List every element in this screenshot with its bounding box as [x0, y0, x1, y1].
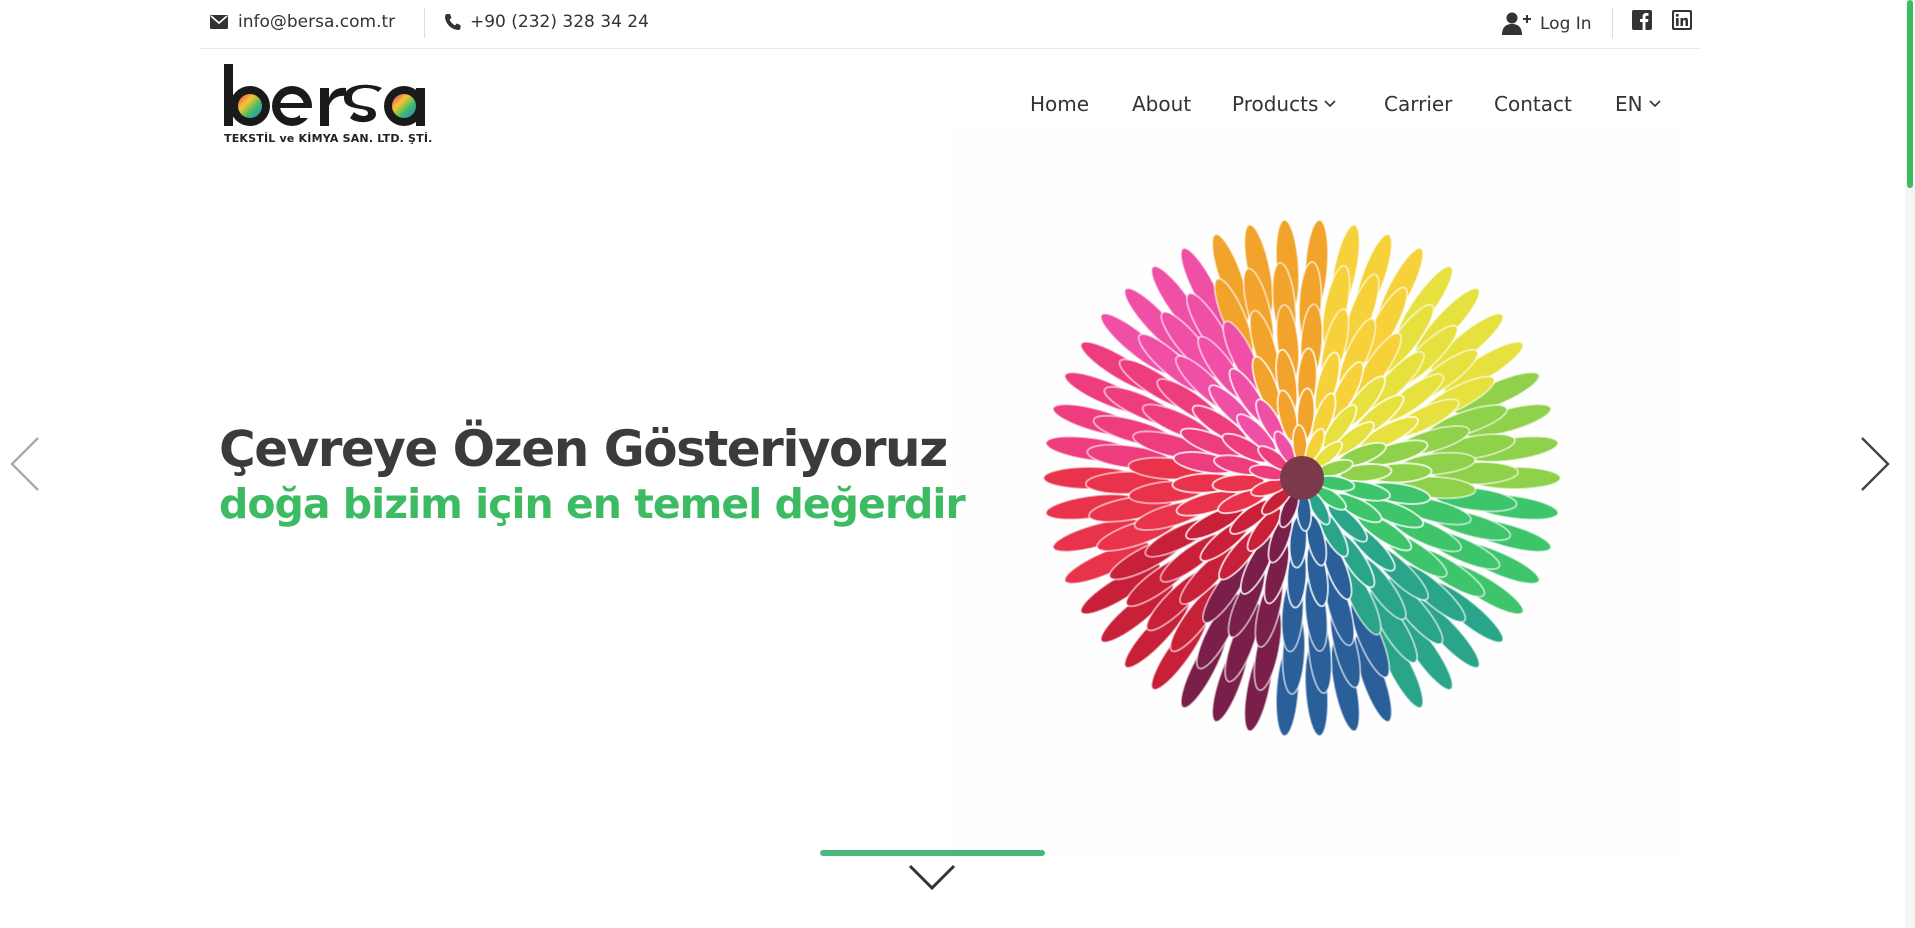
- nav-home-label: Home: [1030, 92, 1090, 116]
- logo-subtitle: TEKSTİL ve KİMYA SAN. LTD. ŞTİ.: [224, 132, 433, 145]
- chevron-right-icon: [1861, 437, 1890, 491]
- nav-contact-label: Contact: [1494, 92, 1572, 116]
- page-scrollbar[interactable]: [1905, 0, 1915, 928]
- nav-carrier-label: Carrier: [1384, 92, 1453, 116]
- language-selector[interactable]: EN: [1615, 92, 1661, 116]
- envelope-icon: [210, 15, 228, 29]
- chevron-down-icon: [1324, 100, 1336, 108]
- nav-products-label: Products: [1232, 92, 1319, 116]
- facebook-icon: [1632, 10, 1652, 30]
- nav-products[interactable]: Products: [1232, 92, 1336, 116]
- logo-graphic: [224, 64, 425, 126]
- hero-subtitle: doğa bizim için en temel değerdir: [219, 480, 966, 528]
- phone-icon: [445, 14, 461, 30]
- nav-carrier[interactable]: Carrier: [1384, 92, 1452, 116]
- top-contact-bar: info@bersa.com.tr +90 (232) 328 34 24 Lo…: [200, 0, 1700, 49]
- scroll-down-button[interactable]: [908, 862, 956, 896]
- hero-title: Çevreye Özen Gösteriyoruz: [219, 420, 948, 478]
- scrollbar-thumb[interactable]: [1907, 0, 1913, 188]
- email-link[interactable]: info@bersa.com.tr: [210, 12, 395, 32]
- login-link[interactable]: Log In: [1502, 12, 1592, 36]
- divider: [1612, 8, 1613, 38]
- carousel-prev-button[interactable]: [8, 436, 40, 496]
- phone-text: +90 (232) 328 34 24: [470, 12, 649, 32]
- bersa-logo[interactable]: TEKSTİL ve KİMYA SAN. LTD. ŞTİ.: [222, 62, 432, 152]
- nav-about-label: About: [1132, 92, 1192, 116]
- linkedin-icon: [1672, 10, 1692, 30]
- carousel-next-button[interactable]: [1860, 436, 1892, 496]
- email-text: info@bersa.com.tr: [238, 12, 396, 32]
- chevron-down-icon: [1649, 100, 1661, 108]
- language-label: EN: [1615, 92, 1643, 116]
- linkedin-link[interactable]: [1672, 10, 1692, 30]
- facebook-link[interactable]: [1632, 10, 1652, 30]
- flower-center: [1280, 456, 1324, 500]
- divider: [424, 8, 425, 38]
- phone-link[interactable]: +90 (232) 328 34 24: [444, 12, 649, 32]
- chevron-down-icon: [908, 864, 956, 891]
- user-plus-icon: [1502, 12, 1531, 35]
- nav-contact[interactable]: Contact: [1494, 92, 1572, 116]
- carousel-indicator-active[interactable]: [820, 850, 1045, 856]
- nav-about[interactable]: About: [1132, 92, 1191, 116]
- nav-home[interactable]: Home: [1030, 92, 1089, 116]
- hero-flower-image: [952, 128, 1680, 854]
- login-text: Log In: [1540, 14, 1592, 34]
- chevron-left-icon: [10, 437, 39, 491]
